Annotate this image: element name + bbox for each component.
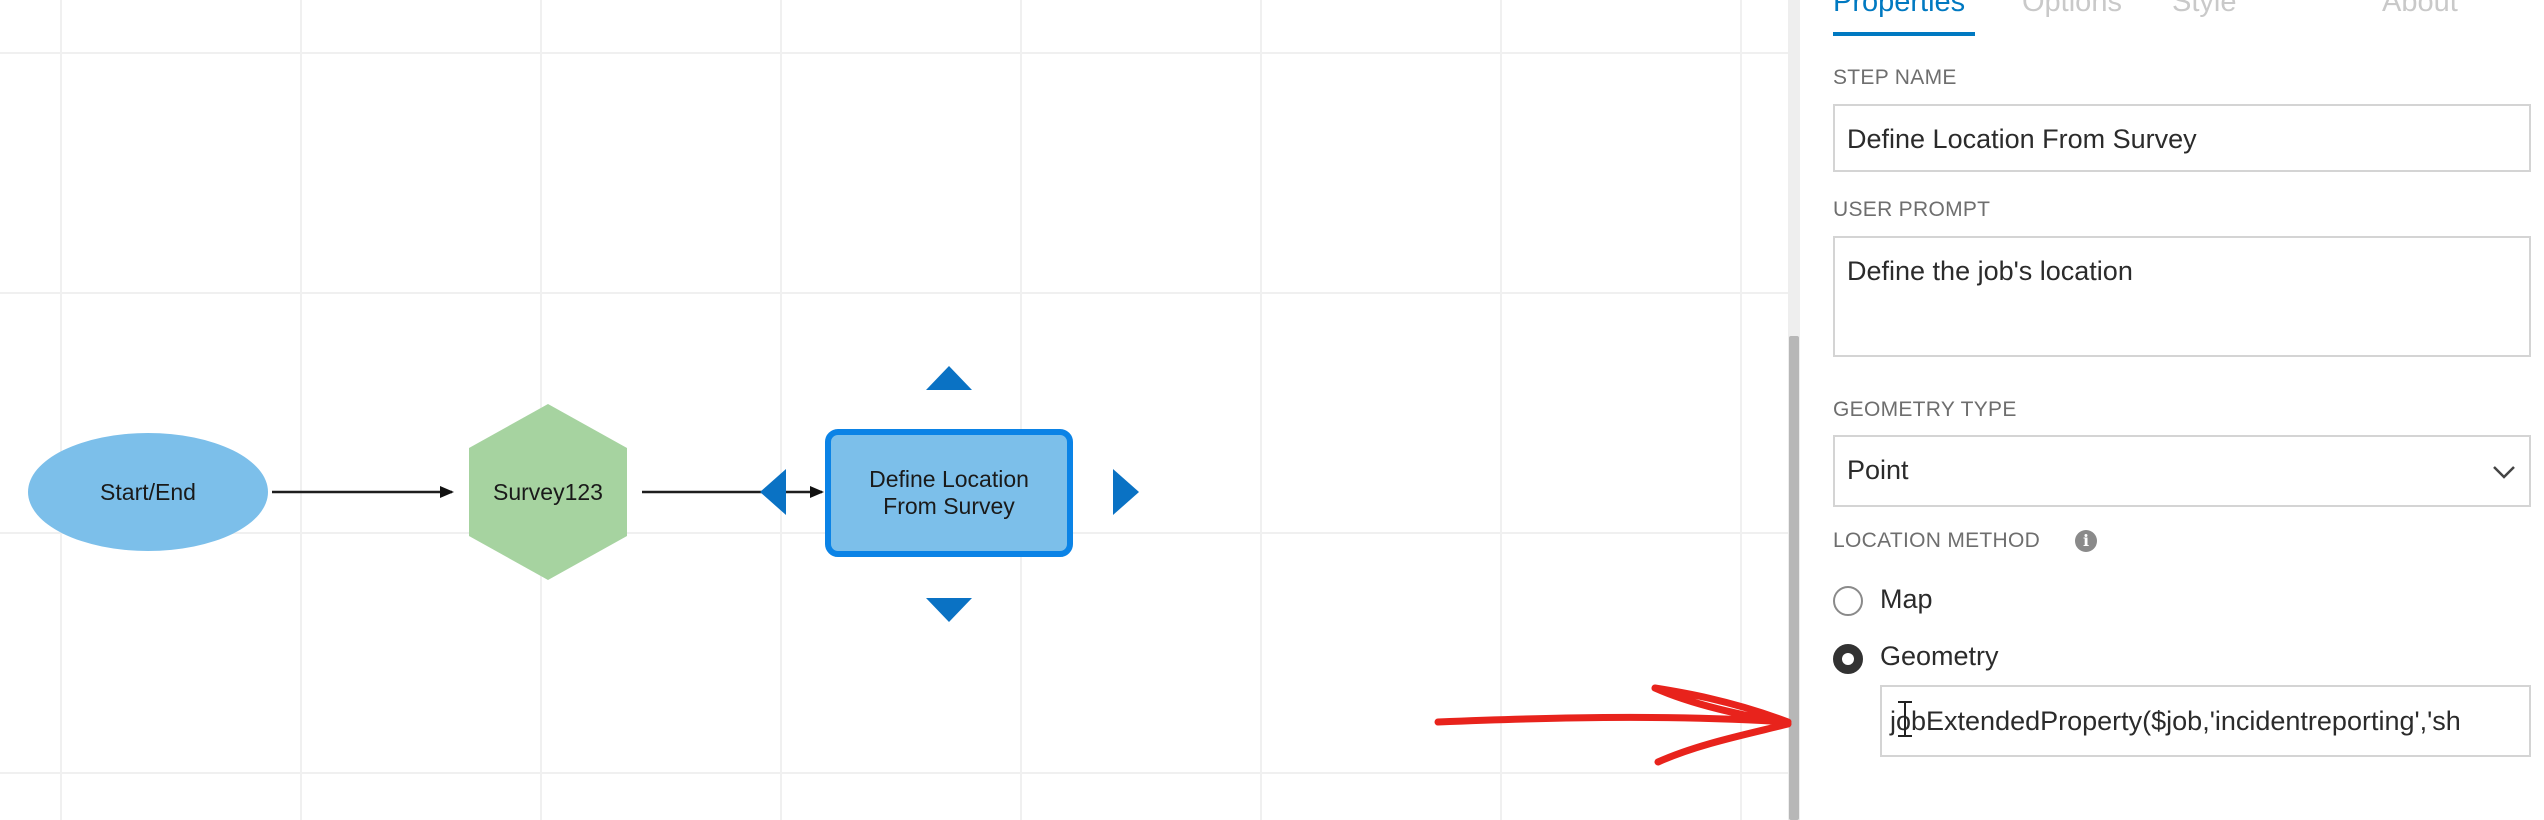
info-icon[interactable]: i — [2075, 530, 2097, 552]
node-start-end[interactable]: Start/End — [28, 433, 268, 551]
connect-handle-up-icon[interactable] — [926, 366, 972, 390]
node-survey123[interactable]: Survey123 — [469, 404, 627, 580]
red-arrow-annotation-icon — [1434, 684, 1792, 766]
location-method-label: LOCATION METHOD — [1833, 529, 2041, 552]
radio-geometry-label[interactable]: Geometry — [1880, 641, 1999, 672]
node-survey123-label: Survey123 — [493, 479, 603, 505]
geometry-expression-input[interactable]: jobExtendedProperty($job,'incidentreport… — [1880, 685, 2531, 757]
node-define-location[interactable]: Define Location From Survey — [825, 429, 1073, 557]
geometry-expression-text: jobExtendedProperty($job,'incidentreport… — [1890, 706, 2461, 736]
step-properties-panel: Properties Options Style About STEP NAME… — [1800, 0, 2544, 820]
connect-handle-right-icon[interactable] — [1113, 469, 1139, 515]
geometry-type-select[interactable]: Point — [1833, 435, 2531, 507]
user-prompt-textarea[interactable]: Define the job's location — [1833, 236, 2531, 357]
active-tab-indicator — [1833, 32, 1975, 36]
text-cursor-icon — [1898, 701, 1912, 737]
node-start-end-label: Start/End — [100, 479, 196, 505]
tab-options[interactable]: Options — [2022, 0, 2122, 19]
node-define-location-label-line1: Define Location — [869, 466, 1029, 492]
connect-handle-left-icon[interactable] — [760, 469, 786, 515]
step-name-input[interactable]: Define Location From Survey — [1833, 104, 2531, 172]
radio-map[interactable] — [1833, 586, 1863, 616]
chevron-down-icon — [2493, 466, 2515, 479]
node-define-location-label-line2: From Survey — [883, 493, 1015, 519]
radio-map-label[interactable]: Map — [1880, 584, 1933, 615]
radio-geometry[interactable] — [1833, 644, 1863, 674]
geometry-type-value: Point — [1847, 455, 1909, 485]
tab-about[interactable]: About — [2382, 0, 2458, 19]
user-prompt-label: USER PROMPT — [1833, 198, 1991, 221]
tab-style[interactable]: Style — [2172, 0, 2236, 19]
geometry-type-label: GEOMETRY TYPE — [1833, 398, 2017, 421]
tab-properties[interactable]: Properties — [1833, 0, 1965, 19]
step-name-label: STEP NAME — [1833, 66, 1957, 89]
connect-handle-down-icon[interactable] — [926, 598, 972, 622]
